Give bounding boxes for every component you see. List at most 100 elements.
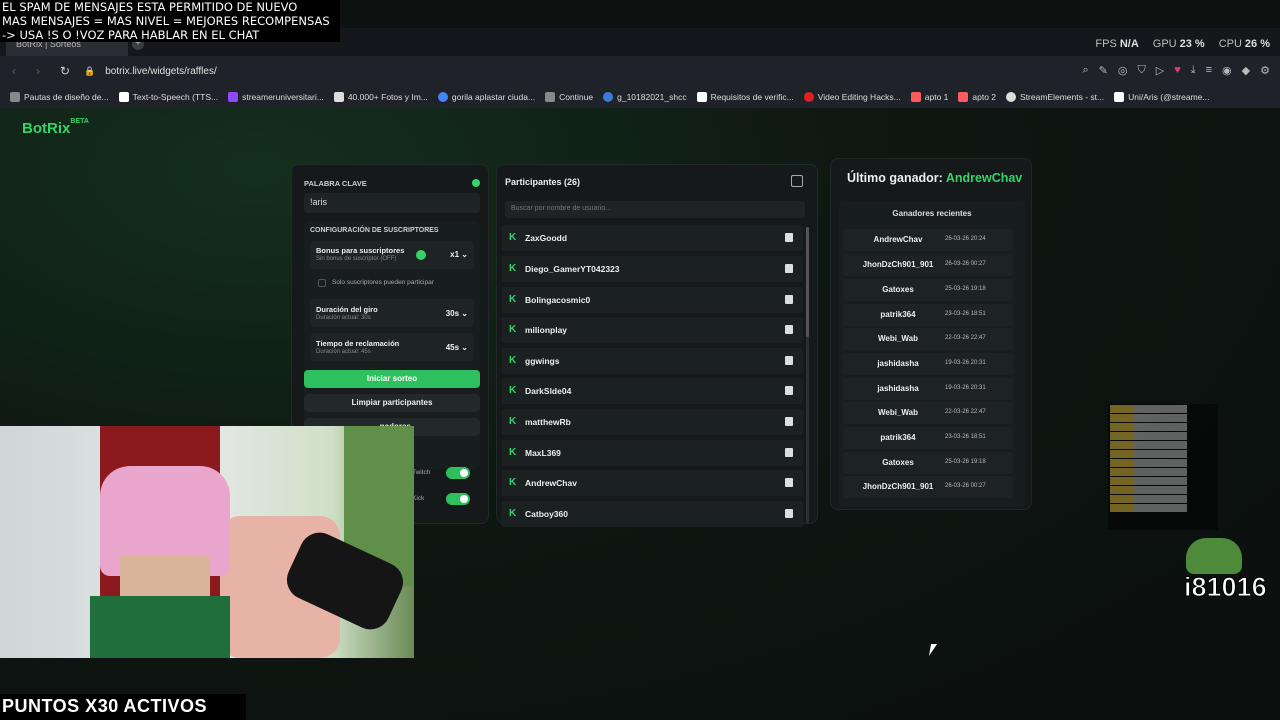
bookmark-item[interactable]: StreamElements - st... (1006, 90, 1104, 104)
winner-date: 26-03-26 00:27 (945, 483, 986, 489)
participant-name: MaxL369 (525, 448, 561, 458)
twitch-icon (228, 92, 239, 102)
winner-name: JhonDzCh901_901 (862, 260, 934, 269)
back-icon[interactable]: ‹ (12, 64, 16, 78)
bookmark-item[interactable]: Video Editing Hacks... (803, 90, 901, 104)
cpu-label: CPU (1218, 38, 1242, 50)
reload-icon[interactable]: ↻ (60, 64, 70, 78)
winner-date: 22-03-26 22:47 (945, 335, 986, 341)
participant-row: K Catboy360 (501, 501, 803, 527)
recent-winners-box: Ganadores recientes AndrewChav 26-03-26 2… (839, 201, 1025, 507)
url-field[interactable]: 🔒 botrix.live/widgets/raffles/ (84, 61, 1024, 81)
camera-icon[interactable]: ◎ (1118, 64, 1128, 77)
subs-only-checkbox[interactable] (318, 279, 326, 287)
download-icon[interactable]: ⤓ (1191, 64, 1196, 77)
subs-only-row[interactable]: Solo suscriptores pueden participar (310, 275, 474, 291)
participant-name: matthewRb (525, 417, 571, 427)
photo-icon (333, 92, 344, 102)
participant-name: milionplay (525, 325, 568, 335)
google-icon (437, 92, 448, 102)
spin-duration-select[interactable]: 30s ⌄ (446, 309, 468, 318)
edit-icon[interactable]: ✎ (1099, 64, 1108, 77)
chevron-down-icon: ⌄ (461, 343, 468, 352)
trash-icon[interactable] (785, 356, 793, 365)
claim-time-title: Tiempo de reclamación (316, 339, 400, 348)
trash-icon[interactable] (785, 295, 793, 304)
kick-icon: K (509, 447, 517, 458)
pepe-emote-icon (1186, 538, 1242, 574)
fps-label: FPS (1095, 38, 1117, 50)
menu-icon[interactable]: ≡ (1206, 64, 1212, 77)
sub-bonus-select[interactable]: x1 ⌄ (450, 250, 468, 259)
settings-icon[interactable]: ⚙ (1260, 64, 1270, 77)
participant-search-input[interactable]: Buscar por nombre de usuario... (505, 201, 805, 218)
performance-overlay: FPS N/A GPU 23 % CPU 26 % (1095, 38, 1270, 50)
announcement-line: MAS MENSAJES = MAS NIVEL = MEJORES RECOM… (2, 14, 330, 28)
participant-row: K Diego_GamerYT042323 (501, 256, 803, 282)
zoom-icon[interactable]: ⌕ (1083, 64, 1089, 77)
participants-header: Participantes (26) (505, 177, 581, 187)
keyword-input[interactable]: !aris (304, 193, 480, 213)
shield-icon[interactable]: ⛉ (1138, 64, 1146, 77)
bookmark-item[interactable]: Continue (545, 90, 593, 104)
bookmark-item[interactable]: apto 2 (958, 90, 996, 104)
winner-name: patrik364 (880, 310, 916, 319)
extension-icon[interactable]: ◆ (1242, 64, 1250, 77)
start-raffle-button[interactable]: Iniciar sorteo (304, 370, 480, 388)
copy-icon[interactable] (791, 175, 803, 187)
bookmark-item[interactable]: gorila aplastar ciuda... (437, 90, 535, 104)
bookmark-item[interactable]: 40.000+ Fotos y Im... (333, 90, 428, 104)
play-icon[interactable]: ▷ (1156, 64, 1164, 77)
winner-name: Webi_Wab (877, 408, 918, 417)
bookmark-item[interactable]: apto 1 (910, 90, 948, 104)
trash-icon[interactable] (785, 417, 793, 426)
info-icon[interactable] (472, 179, 480, 187)
streamelements-icon (1006, 92, 1017, 102)
participant-row: K ZaxGoodd (501, 225, 803, 251)
winner-row: Gatoxes 25-03-26 19:18 (843, 452, 1013, 474)
winner-date: 25-03-26 19:18 (945, 459, 986, 465)
profile-icon[interactable]: ◉ (1222, 64, 1232, 77)
bookmark-item[interactable]: streameruniversitari... (228, 90, 324, 104)
participant-row: K Bolingacosmic0 (501, 287, 803, 313)
clear-participants-button[interactable]: Limpiar participantes (304, 394, 480, 412)
bookmark-item[interactable]: Uni/Aris (@streame... (1114, 90, 1210, 104)
bookmark-item[interactable]: Pautas de diseño de... (10, 90, 109, 104)
trash-icon[interactable] (785, 509, 793, 518)
kick-icon: K (509, 263, 517, 274)
bookmark-item[interactable]: g_10182021_shcc (603, 90, 687, 104)
participant-name: ggwings (525, 356, 560, 366)
sub-bonus-title: Bonus para suscriptores (316, 246, 405, 255)
trash-icon[interactable] (785, 448, 793, 457)
tiktok-icon (1114, 92, 1125, 102)
last-winner-title: Último ganador: AndrewChav (847, 171, 1023, 185)
winner-name: AndrewChav (873, 235, 923, 244)
bookmark-item[interactable]: Requisitos de verific... (696, 90, 794, 104)
botrix-logo[interactable]: BotRixBETA (22, 118, 89, 137)
doc-icon (10, 92, 20, 102)
kick-toggle[interactable] (446, 493, 470, 505)
participant-row: K AndrewChav (501, 470, 803, 496)
winner-date: 26-03-26 00:27 (945, 261, 986, 267)
kick-icon: K (509, 416, 517, 427)
webcam-person-torso (120, 556, 210, 596)
recent-winners-header: Ganadores recientes (892, 209, 972, 218)
trash-icon[interactable] (785, 386, 793, 395)
claim-time-select[interactable]: 45s ⌄ (446, 343, 468, 352)
forward-icon[interactable]: › (36, 64, 40, 78)
airbnb-icon (958, 92, 969, 102)
info-icon[interactable] (416, 250, 426, 260)
trash-icon[interactable] (785, 478, 793, 487)
heart-icon[interactable]: ♥ (1174, 64, 1181, 77)
winner-date: 26-03-26 20:24 (945, 236, 986, 242)
kick-icon: K (509, 508, 517, 519)
kick-icon: K (509, 385, 517, 396)
trash-icon[interactable] (785, 325, 793, 334)
trash-icon[interactable] (785, 264, 793, 273)
twitch-toggle[interactable] (446, 467, 470, 479)
url-text: botrix.live/widgets/raffles/ (105, 65, 217, 77)
trash-icon[interactable] (785, 233, 793, 242)
bookmark-item[interactable]: Text-to-Speech (TTS... (118, 90, 218, 104)
participant-name: Bolingacosmic0 (525, 295, 591, 305)
participants-scrollbar[interactable] (806, 227, 809, 523)
